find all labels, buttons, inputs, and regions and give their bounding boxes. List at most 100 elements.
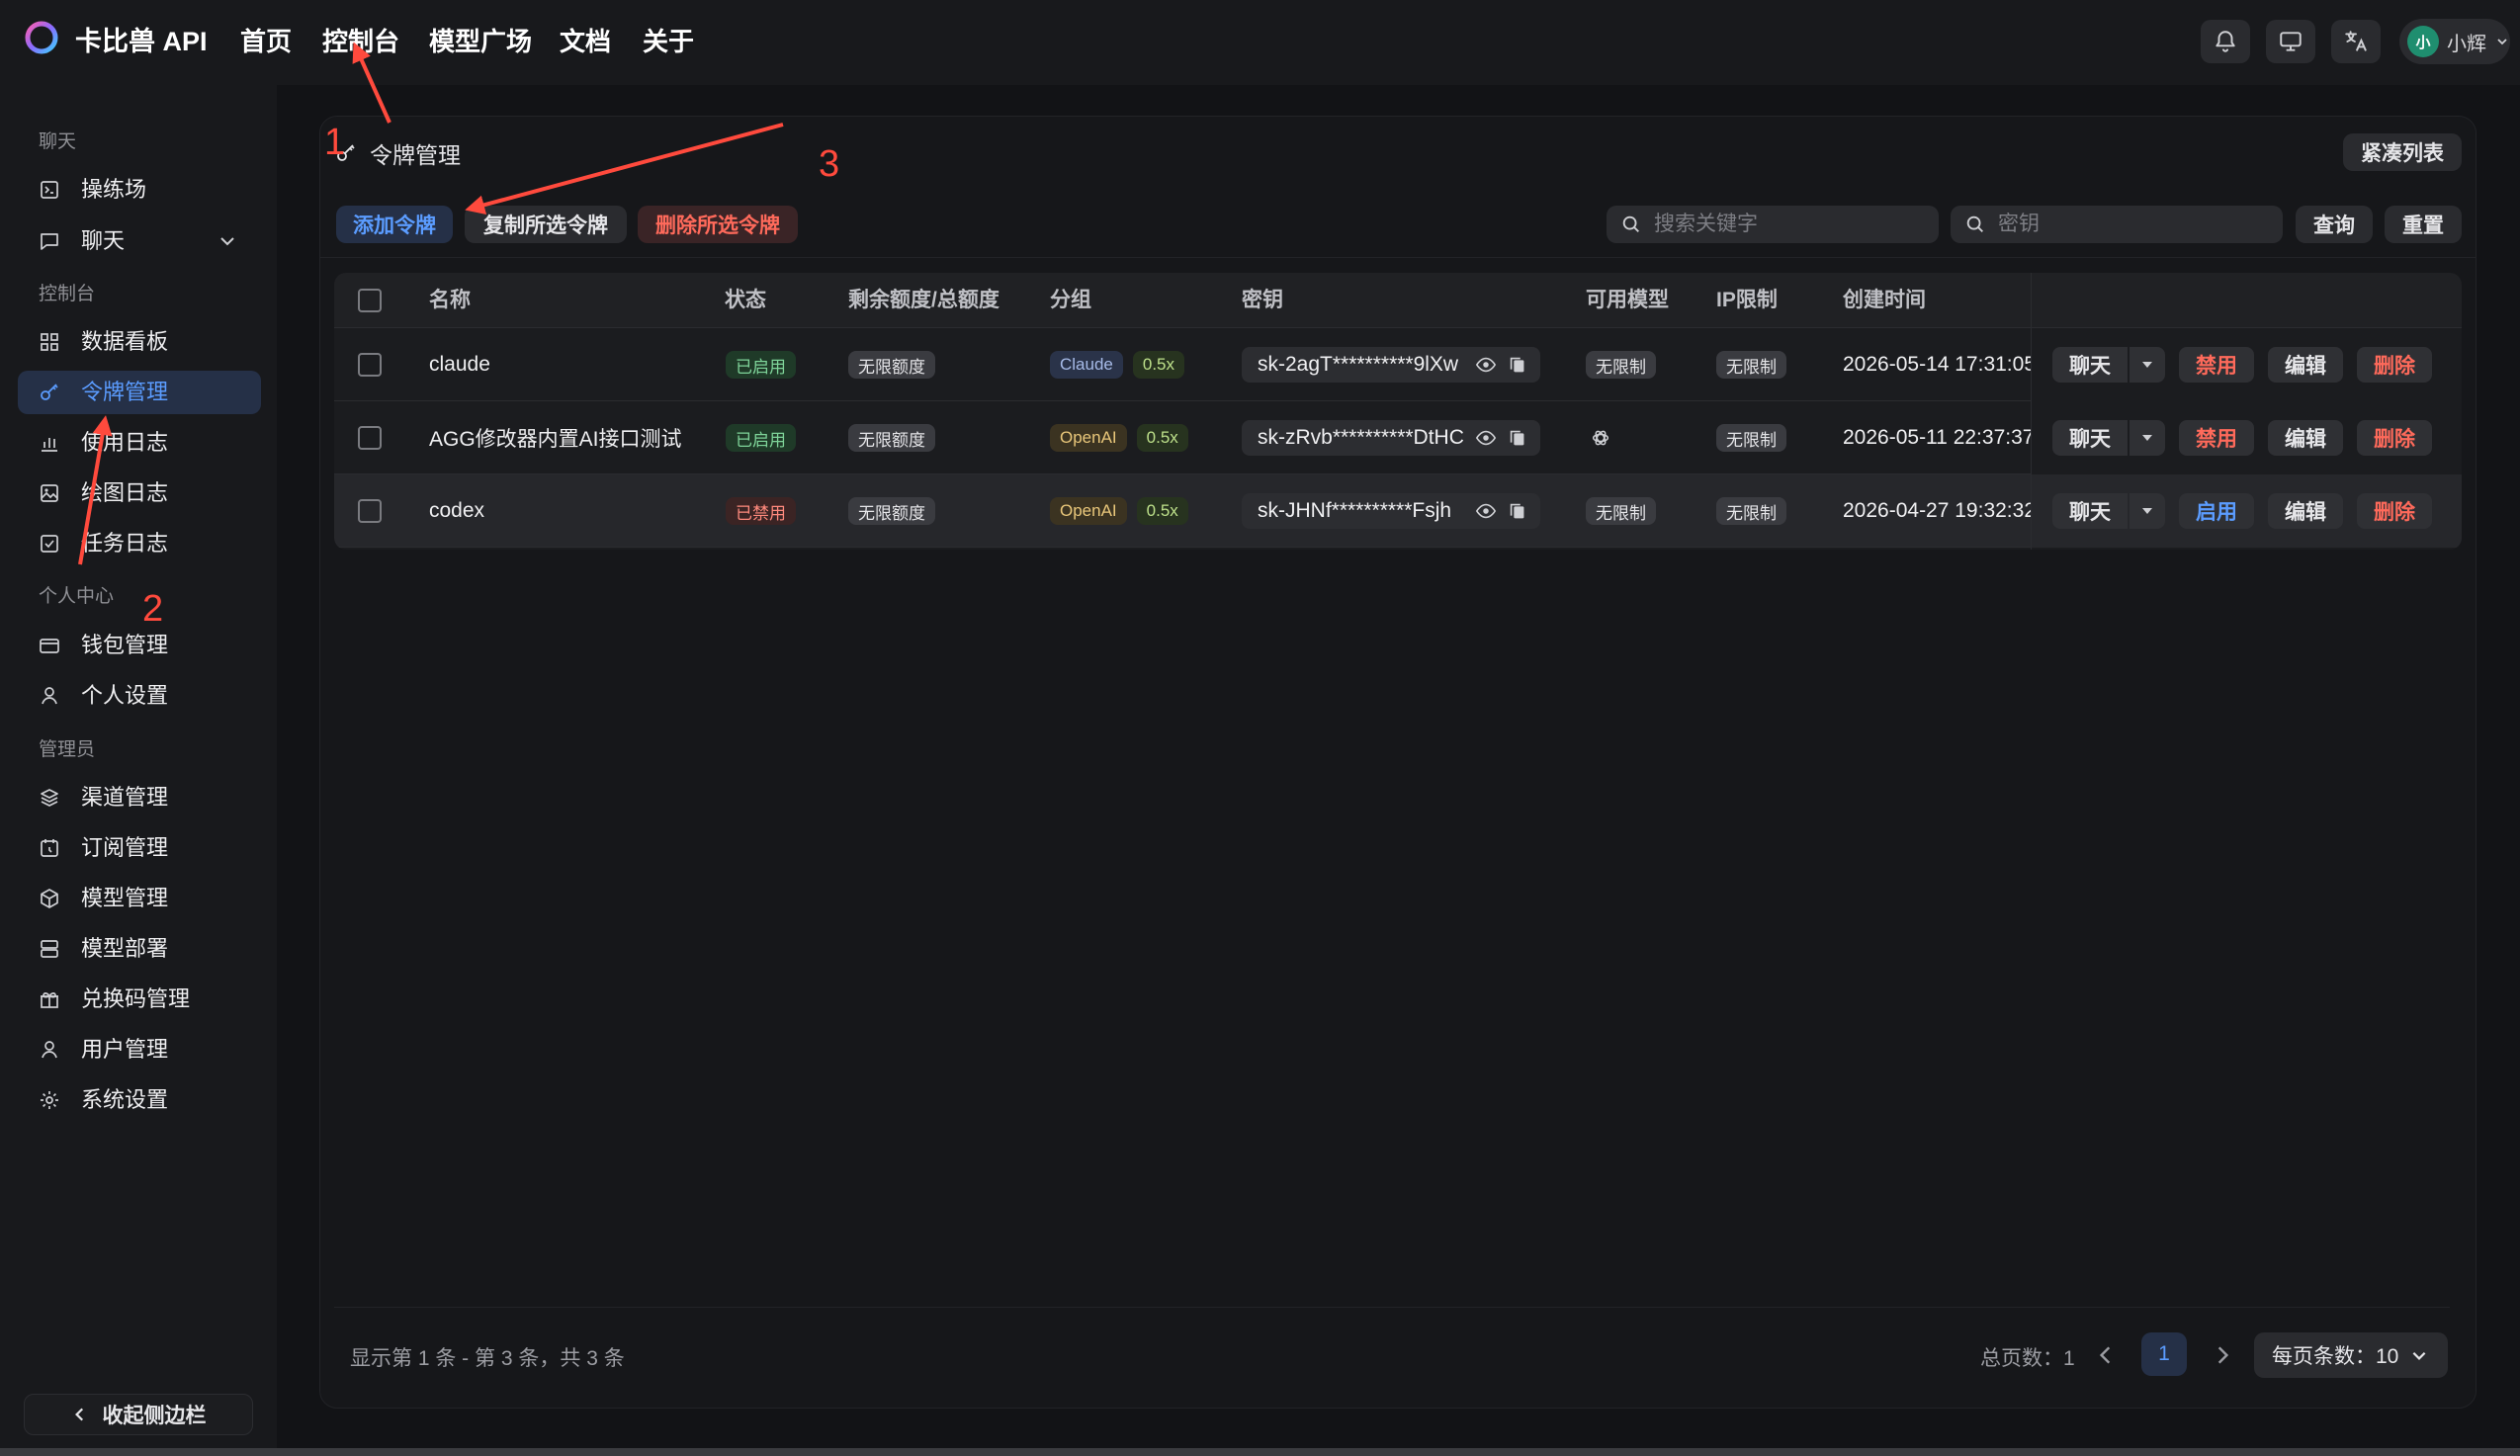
sidebar-item-label: 系统设置	[81, 1087, 169, 1112]
row-checkbox[interactable]	[358, 499, 382, 523]
notification-button[interactable]	[2201, 20, 2250, 63]
sidebar-item-label: 令牌管理	[81, 380, 169, 404]
caret-down-icon	[2142, 435, 2152, 441]
edit-button[interactable]: 编辑	[2268, 347, 2343, 383]
sidebar-item-system[interactable]: 系统设置	[18, 1078, 261, 1122]
sidebar-item-label: 订阅管理	[81, 835, 169, 860]
sidebar-item-users[interactable]: 用户管理	[18, 1028, 261, 1071]
nav-home[interactable]: 首页	[240, 24, 292, 59]
add-token-button[interactable]: 添加令牌	[336, 206, 453, 243]
row-actions: 聊天 启用 编辑 删除	[2031, 474, 2462, 548]
key-search-input[interactable]	[1998, 213, 2255, 236]
column-header-created[interactable]: 创建时间	[1843, 287, 1926, 314]
disable-button[interactable]: 禁用	[2179, 420, 2254, 456]
column-header-models[interactable]: 可用模型	[1586, 287, 1669, 314]
created-time: 2026-05-11 22:37:37	[1843, 426, 2035, 449]
copy-selected-tokens-button[interactable]: 复制所选令牌	[465, 206, 627, 243]
delete-button[interactable]: 删除	[2357, 420, 2432, 456]
sidebar-item-task-log[interactable]: 任务日志	[18, 522, 261, 565]
column-header-name[interactable]: 名称	[429, 287, 471, 314]
row-checkbox[interactable]	[358, 353, 382, 377]
sidebar-item-dashboard[interactable]: 数据看板	[18, 320, 261, 364]
eye-icon[interactable]	[1475, 500, 1497, 522]
token-name: AGG修改器内置AI接口测试	[429, 428, 682, 451]
chat-dropdown-button[interactable]	[2129, 493, 2165, 529]
language-button[interactable]	[2331, 20, 2381, 63]
select-all-checkbox[interactable]	[358, 289, 382, 312]
user-menu[interactable]: 小 小辉	[2399, 19, 2510, 64]
edit-button[interactable]: 编辑	[2268, 493, 2343, 529]
copy-icon[interactable]	[1507, 427, 1528, 449]
eye-icon[interactable]	[1475, 354, 1497, 376]
sidebar-item-tokens[interactable]: 令牌管理	[18, 371, 261, 414]
nav-docs[interactable]: 文档	[560, 24, 611, 59]
sidebar-item-redeem[interactable]: 兑换码管理	[18, 978, 261, 1021]
table-row[interactable]: claude 已启用 无限额度 Claude 0.5x sk-2agT*****…	[334, 328, 2462, 401]
calendar-clock-icon	[41, 839, 58, 857]
sidebar-item-drawing-log[interactable]: 绘图日志	[18, 471, 261, 515]
row-checkbox[interactable]	[358, 426, 382, 450]
quota-badge: 无限额度	[848, 424, 935, 452]
edit-button[interactable]: 编辑	[2268, 420, 2343, 456]
sidebar-item-channels[interactable]: 渠道管理	[18, 776, 261, 819]
delete-selected-tokens-button[interactable]: 删除所选令牌	[638, 206, 798, 243]
sidebar-item-chat[interactable]: 聊天	[18, 219, 261, 263]
column-header-quota[interactable]: 剩余额度/总额度	[848, 287, 999, 314]
collapse-sidebar-button[interactable]: 收起侧边栏	[24, 1394, 253, 1435]
chat-button[interactable]: 聊天	[2052, 420, 2128, 456]
ratio-badge: 0.5x	[1136, 424, 1188, 452]
gift-icon	[41, 992, 58, 1008]
prev-page-button[interactable]	[2092, 1340, 2120, 1370]
delete-button[interactable]: 删除	[2357, 347, 2432, 383]
compact-list-button[interactable]: 紧凑列表	[2343, 133, 2462, 171]
column-header-ip[interactable]: IP限制	[1716, 287, 1778, 314]
key-search-field[interactable]	[1951, 206, 2283, 243]
chat-button[interactable]: 聊天	[2052, 347, 2128, 383]
key-text: sk-zRvb**********DtHC	[1258, 426, 1464, 449]
table-row[interactable]: AGG修改器内置AI接口测试 已启用 无限额度 OpenAI 0.5x sk-z…	[334, 401, 2462, 474]
copy-icon[interactable]	[1507, 354, 1528, 376]
delete-button[interactable]: 删除	[2357, 493, 2432, 529]
eye-icon[interactable]	[1475, 427, 1497, 449]
page-size-select[interactable]: 每页条数：10	[2254, 1332, 2448, 1378]
created-time: 2026-04-27 19:32:32	[1843, 499, 2036, 522]
nav-console[interactable]: 控制台	[322, 24, 399, 59]
sidebar-item-playground[interactable]: 操练场	[18, 168, 261, 212]
sidebar-item-settings[interactable]: 个人设置	[18, 674, 261, 718]
toolbar-divider	[319, 257, 2477, 258]
sidebar-item-models[interactable]: 模型管理	[18, 877, 261, 920]
reset-button[interactable]: 重置	[2385, 206, 2462, 243]
search-icon	[1966, 215, 1983, 232]
nav-about[interactable]: 关于	[643, 24, 694, 59]
copy-icon[interactable]	[1507, 500, 1528, 522]
next-page-button[interactable]	[2209, 1340, 2236, 1370]
disable-button[interactable]: 禁用	[2179, 347, 2254, 383]
bell-icon	[2216, 31, 2235, 52]
display-button[interactable]	[2266, 20, 2315, 63]
table-row[interactable]: codex 已禁用 无限额度 OpenAI 0.5x sk-JHNf******…	[334, 474, 2462, 548]
keyword-search-field[interactable]	[1607, 206, 1939, 243]
column-header-status[interactable]: 状态	[725, 287, 766, 314]
sidebar-item-wallet[interactable]: 钱包管理	[18, 624, 261, 667]
footer-divider	[334, 1307, 2450, 1308]
sidebar-item-deploy[interactable]: 模型部署	[18, 927, 261, 971]
playground-icon	[41, 181, 58, 199]
brand-name[interactable]: 卡比兽 API	[75, 24, 208, 59]
enable-button[interactable]: 启用	[2179, 493, 2254, 529]
sidebar-item-subscriptions[interactable]: 订阅管理	[18, 826, 261, 870]
dashboard-icon	[41, 333, 58, 351]
chat-dropdown-button[interactable]	[2129, 420, 2165, 456]
user-icon	[42, 1041, 57, 1059]
fixed-column-divider	[2031, 273, 2032, 550]
column-header-group[interactable]: 分组	[1050, 287, 1091, 314]
query-button[interactable]: 查询	[2296, 206, 2373, 243]
row-actions: 聊天 禁用 编辑 删除	[2031, 328, 2462, 401]
chat-dropdown-button[interactable]	[2129, 347, 2165, 383]
column-header-key[interactable]: 密钥	[1242, 287, 1283, 314]
models-badge: 无限制	[1586, 351, 1656, 379]
chat-button[interactable]: 聊天	[2052, 493, 2128, 529]
nav-model-square[interactable]: 模型广场	[429, 24, 532, 59]
sidebar-item-usage-log[interactable]: 使用日志	[18, 421, 261, 465]
keyword-search-input[interactable]	[1654, 213, 1911, 236]
current-page-button[interactable]: 1	[2141, 1332, 2187, 1376]
